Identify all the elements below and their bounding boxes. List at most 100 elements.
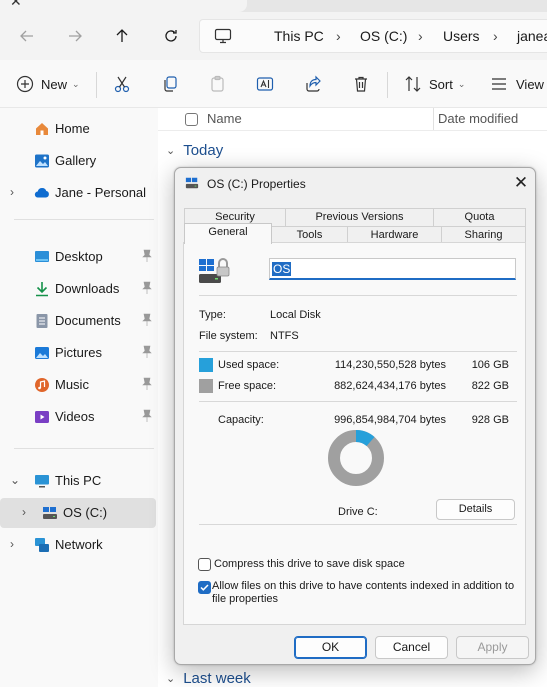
index-label-line1[interactable]: Allow files on this drive to have conten… xyxy=(212,580,514,592)
sidebar-item-label: This PC xyxy=(55,473,102,488)
up-button[interactable] xyxy=(108,22,136,50)
delete-button[interactable] xyxy=(352,72,370,96)
chevron-right-icon[interactable]: › xyxy=(10,537,22,551)
active-tab[interactable]: ✕ xyxy=(0,0,247,12)
new-button[interactable]: New ⌄ xyxy=(16,72,80,96)
navigation-bar: This PC › OS (C:) › Users › janea xyxy=(0,12,547,60)
tab-quota[interactable]: Quota xyxy=(433,208,526,226)
drive-lock-icon xyxy=(199,258,230,283)
dialog-title: OS (C:) Properties xyxy=(207,177,306,191)
group-today[interactable]: ⌄ Today xyxy=(166,142,223,159)
sidebar-item-gallery[interactable]: Gallery xyxy=(0,146,156,176)
sidebar-item-personal-cloud[interactable]: › Jane - Personal xyxy=(0,178,156,208)
index-label-line2[interactable]: file properties xyxy=(212,593,278,605)
back-button[interactable] xyxy=(13,22,41,50)
disk-usage-donut xyxy=(328,430,384,486)
header-divider xyxy=(158,130,547,131)
cut-button[interactable] xyxy=(113,72,131,96)
sort-button[interactable]: Sort ⌄ xyxy=(404,72,465,96)
select-all-checkbox[interactable] xyxy=(185,113,198,126)
clipboard-icon xyxy=(211,75,224,92)
compress-label[interactable]: Compress this drive to save disk space xyxy=(214,558,405,570)
share-button[interactable] xyxy=(304,72,322,96)
chevron-right-icon[interactable]: › xyxy=(22,505,34,519)
sidebar-item-videos[interactable]: Videos xyxy=(0,402,156,432)
sidebar-item-label: Videos xyxy=(55,409,95,424)
tab-previous-versions[interactable]: Previous Versions xyxy=(285,208,434,226)
computer-icon xyxy=(214,28,232,44)
command-bar: New ⌄ Sort ⌄ View xyxy=(0,60,547,108)
forward-button[interactable] xyxy=(61,22,89,50)
capacity-label: Capacity: xyxy=(218,414,264,426)
rename-button[interactable] xyxy=(256,72,274,96)
paste-button[interactable] xyxy=(209,72,227,96)
pin-icon[interactable] xyxy=(141,249,153,263)
chevron-down-icon: ⌄ xyxy=(166,673,176,685)
column-header-date[interactable]: Date modified xyxy=(438,111,518,126)
close-tab-icon[interactable]: ✕ xyxy=(10,0,22,10)
address-bar[interactable]: This PC › OS (C:) › Users › janea xyxy=(199,19,547,53)
sidebar-item-label: Jane - Personal xyxy=(55,185,147,200)
sidebar-item-os-c[interactable]: › OS (C:) xyxy=(0,498,156,528)
apply-button[interactable]: Apply xyxy=(456,636,529,659)
sort-arrows-icon xyxy=(405,76,421,92)
details-button[interactable]: Details xyxy=(436,499,515,520)
up-arrow-icon xyxy=(116,29,128,42)
sidebar-item-downloads[interactable]: Downloads xyxy=(0,274,156,304)
divider xyxy=(199,524,517,525)
tab-general[interactable]: General xyxy=(184,223,272,244)
download-icon xyxy=(36,282,48,297)
pin-icon[interactable] xyxy=(141,409,153,423)
navigation-pane: Home Gallery › Jane - Personal Desktop D… xyxy=(0,108,158,687)
breadcrumb-this-pc[interactable]: This PC xyxy=(274,28,324,44)
index-checkbox[interactable] xyxy=(198,581,211,594)
sidebar-item-network[interactable]: › Network xyxy=(0,530,156,560)
pin-icon[interactable] xyxy=(141,345,153,359)
breadcrumb-users[interactable]: Users xyxy=(443,28,480,44)
cancel-button[interactable]: Cancel xyxy=(375,636,448,659)
back-arrow-icon xyxy=(20,30,33,42)
sidebar-item-desktop[interactable]: Desktop xyxy=(0,242,156,272)
chevron-down-icon: ⌄ xyxy=(457,78,466,89)
breadcrumb-os-c[interactable]: OS (C:) xyxy=(360,28,407,44)
sidebar-item-label: Home xyxy=(55,121,90,136)
share-icon xyxy=(306,75,321,92)
column-header-name[interactable]: Name xyxy=(207,111,242,126)
pin-icon[interactable] xyxy=(141,313,153,327)
used-space-gb: 106 GB xyxy=(471,359,509,371)
breadcrumb-chevron-icon[interactable]: › xyxy=(493,28,498,44)
used-space-label: Used space: xyxy=(218,359,280,371)
sidebar-item-this-pc[interactable]: ⌄ This PC xyxy=(0,466,156,496)
this-pc-icon xyxy=(35,475,49,488)
pin-icon[interactable] xyxy=(141,377,153,391)
compress-checkbox[interactable] xyxy=(198,558,211,571)
type-label: Type: xyxy=(199,309,226,321)
cloud-icon xyxy=(34,188,49,198)
breadcrumb-user-folder[interactable]: janea xyxy=(517,28,547,44)
pin-icon[interactable] xyxy=(141,281,153,295)
breadcrumb-chevron-icon[interactable]: › xyxy=(418,28,423,44)
column-divider[interactable] xyxy=(433,108,434,130)
close-button[interactable]: ✕ xyxy=(509,171,533,195)
type-value: Local Disk xyxy=(270,309,321,321)
ok-button[interactable]: OK xyxy=(294,636,367,659)
sidebar-item-pictures[interactable]: Pictures xyxy=(0,338,156,368)
refresh-icon xyxy=(165,30,177,42)
sidebar-item-music[interactable]: Music xyxy=(0,370,156,400)
sidebar-item-documents[interactable]: Documents xyxy=(0,306,156,336)
copy-button[interactable] xyxy=(161,72,179,96)
sidebar-divider xyxy=(14,448,154,449)
chevron-right-icon[interactable]: › xyxy=(10,185,22,199)
volume-label-input[interactable]: OS xyxy=(269,258,516,280)
sidebar-item-home[interactable]: Home xyxy=(0,114,156,144)
toolbar-divider xyxy=(96,72,97,98)
breadcrumb-chevron-icon[interactable]: › xyxy=(336,28,341,44)
chevron-down-icon[interactable]: ⌄ xyxy=(10,473,22,487)
view-list-icon xyxy=(492,78,506,90)
view-button[interactable]: View xyxy=(490,72,544,96)
volume-label-text: OS xyxy=(272,262,292,276)
new-label: New xyxy=(41,76,68,92)
music-icon xyxy=(35,378,49,392)
group-last-week[interactable]: ⌄ Last week xyxy=(166,670,251,687)
refresh-button[interactable] xyxy=(157,22,185,50)
